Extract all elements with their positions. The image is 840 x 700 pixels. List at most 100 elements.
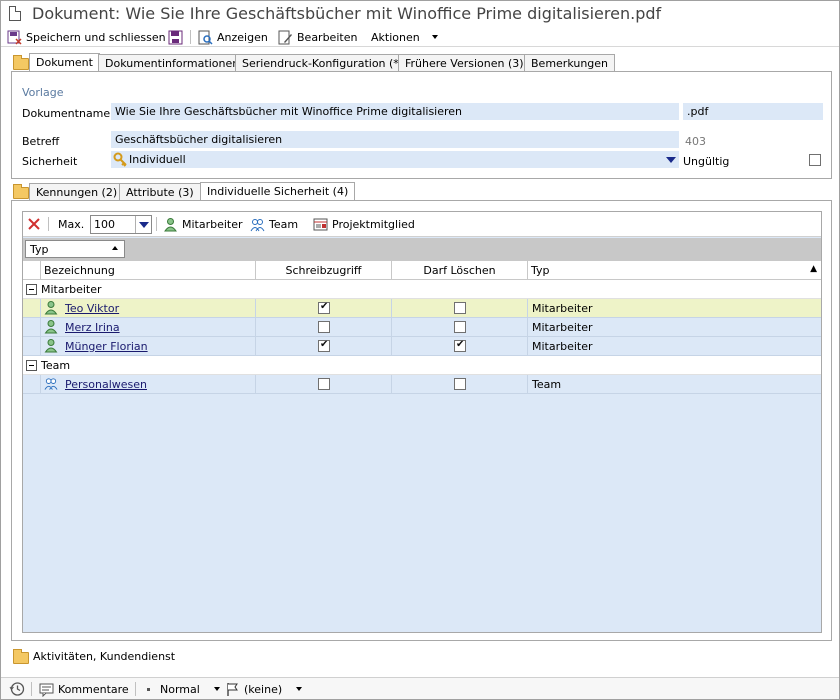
- delete-checkbox[interactable]: [454, 378, 466, 390]
- tab-bemerkungen[interactable]: Bemerkungen: [524, 54, 616, 71]
- save-close-label: Speichern und schliessen: [26, 30, 166, 44]
- group-by-bar: Typ: [23, 238, 821, 261]
- row-name-link[interactable]: Personalwesen: [65, 378, 147, 391]
- extension-field[interactable]: .pdf: [683, 103, 823, 120]
- tab-dokument[interactable]: Dokument: [29, 53, 100, 71]
- grid-toolbar: Max. 100 Mitarbeiter Team Projektmitglie…: [23, 212, 821, 237]
- write-checkbox[interactable]: [318, 321, 330, 333]
- write-checkbox[interactable]: [318, 378, 330, 390]
- save-icon: [168, 30, 183, 44]
- document-window: Dokument: Wie Sie Ihre Geschäftsbücher m…: [0, 0, 840, 700]
- folder-icon: [13, 649, 29, 664]
- sort-icon[interactable]: ▲: [810, 265, 817, 274]
- delete-checkbox[interactable]: [454, 302, 466, 314]
- document-icon: [9, 6, 21, 21]
- delete-checkbox[interactable]: [454, 321, 466, 333]
- collapse-icon[interactable]: [26, 360, 37, 371]
- priority-value: Normal: [160, 682, 200, 696]
- toolbar-separator: [48, 217, 49, 231]
- security-select[interactable]: Individuell: [111, 151, 679, 168]
- save-close-icon: [7, 30, 22, 45]
- view-button[interactable]: Anzeigen: [198, 28, 268, 46]
- header-darf-loeschen[interactable]: Darf Löschen: [392, 261, 528, 280]
- history-icon[interactable]: [9, 681, 25, 697]
- employee-icon: [44, 339, 58, 353]
- subtab-label: Attribute (3): [126, 186, 194, 199]
- actions-label: Aktionen: [371, 30, 420, 44]
- max-dropdown[interactable]: [135, 216, 151, 233]
- chevron-down-icon: [431, 35, 438, 39]
- comments-label: Kommentare: [58, 682, 129, 696]
- write-checkbox[interactable]: [318, 339, 330, 352]
- tab-dokumentinformationen[interactable]: Dokumentinformationen: [98, 54, 247, 71]
- edit-button[interactable]: Bearbeiten: [278, 28, 357, 46]
- delete-icon[interactable]: [27, 217, 41, 231]
- flag-select[interactable]: (keine): [225, 680, 303, 698]
- status-separator: [135, 682, 136, 696]
- group-row-mitarbeiter[interactable]: Mitarbeiter: [23, 280, 821, 299]
- subtab-attribute[interactable]: Attribute (3): [119, 183, 201, 200]
- cell-typ: Team: [532, 378, 562, 391]
- subject-label: Betreff: [22, 135, 60, 148]
- activities-section[interactable]: Aktivitäten, Kundendienst: [33, 650, 175, 663]
- max-value: 100: [94, 218, 115, 231]
- group-label: Mitarbeiter: [41, 283, 102, 296]
- add-employee-button[interactable]: Mitarbeiter: [163, 215, 243, 233]
- document-tabs: Dokument Dokumentinformationen Seriendru…: [1, 53, 839, 71]
- group-row-team[interactable]: Team: [23, 356, 821, 375]
- toolbar-separator: [156, 217, 157, 231]
- security-value: Individuell: [129, 153, 186, 166]
- max-label: Max.: [58, 218, 85, 231]
- tab-label: Dokumentinformationen: [105, 57, 240, 70]
- collapse-icon[interactable]: [26, 284, 37, 295]
- cell-darf-loeschen: [392, 299, 528, 317]
- group-chip-typ[interactable]: Typ: [25, 240, 125, 258]
- comments-button[interactable]: Kommentare: [39, 680, 129, 698]
- tab-fruehere-versionen[interactable]: Frühere Versionen (3): [398, 54, 531, 71]
- max-input[interactable]: 100: [90, 215, 152, 234]
- flag-icon: [227, 682, 238, 696]
- employee-icon: [164, 217, 177, 231]
- row-indent: [23, 318, 41, 336]
- save-close-button[interactable]: Speichern und schliessen: [7, 28, 166, 46]
- key-icon: [113, 152, 127, 167]
- team-label: Team: [269, 217, 299, 231]
- subject-field[interactable]: Geschäftsbücher digitalisieren: [111, 131, 679, 148]
- table-row[interactable]: Merz Irina Mitarbeiter: [23, 318, 821, 337]
- view-label: Anzeigen: [217, 30, 268, 44]
- add-project-member-button[interactable]: Projektmitglied: [313, 215, 415, 233]
- save-button[interactable]: [168, 28, 187, 46]
- header-typ[interactable]: Typ: [528, 261, 821, 280]
- delete-checkbox[interactable]: [454, 339, 466, 352]
- cell-darf-loeschen: [392, 375, 528, 393]
- cell-bezeichnung: Münger Florian: [41, 337, 256, 355]
- tab-label: Dokument: [36, 56, 93, 69]
- subtab-kennungen[interactable]: Kennungen (2): [29, 183, 125, 200]
- chevron-down-icon: [296, 687, 303, 691]
- table-row[interactable]: Münger Florian Mitarbeiter: [23, 337, 821, 356]
- toolbar-separator: [190, 30, 191, 44]
- header-schreibzugriff[interactable]: Schreibzugriff: [256, 261, 392, 280]
- security-label: Sicherheit: [22, 155, 78, 168]
- invalid-checkbox[interactable]: [809, 154, 821, 166]
- cell-schreibzugriff: [256, 299, 392, 317]
- row-name-link[interactable]: Merz Irina: [65, 321, 120, 334]
- table-row[interactable]: Personalwesen Team: [23, 375, 821, 394]
- row-name-link[interactable]: Münger Florian: [65, 340, 148, 353]
- table-row[interactable]: Teo Viktor Mitarbeiter: [23, 299, 821, 318]
- tab-seriendruck[interactable]: Seriendruck-Konfiguration (*): [235, 54, 411, 71]
- template-label: Vorlage: [22, 86, 64, 99]
- row-name-link[interactable]: Teo Viktor: [65, 302, 119, 315]
- chevron-down-icon: [139, 222, 149, 228]
- header-bezeichnung[interactable]: Bezeichnung: [41, 261, 256, 280]
- priority-select[interactable]: Normal: [147, 680, 220, 698]
- chevron-down-icon: [666, 157, 676, 163]
- write-checkbox[interactable]: [318, 301, 330, 314]
- document-panel: Vorlage Dokumentname Wie Sie Ihre Geschä…: [11, 71, 832, 179]
- subtab-individuelle-sicherheit[interactable]: Individuelle Sicherheit (4): [200, 182, 356, 200]
- document-number: 403: [685, 135, 706, 148]
- add-team-button[interactable]: Team: [250, 215, 298, 233]
- employee-icon: [44, 301, 58, 315]
- docname-field[interactable]: Wie Sie Ihre Geschäftsbücher mit Winoffi…: [111, 103, 679, 120]
- actions-menu[interactable]: Aktionen: [371, 28, 438, 46]
